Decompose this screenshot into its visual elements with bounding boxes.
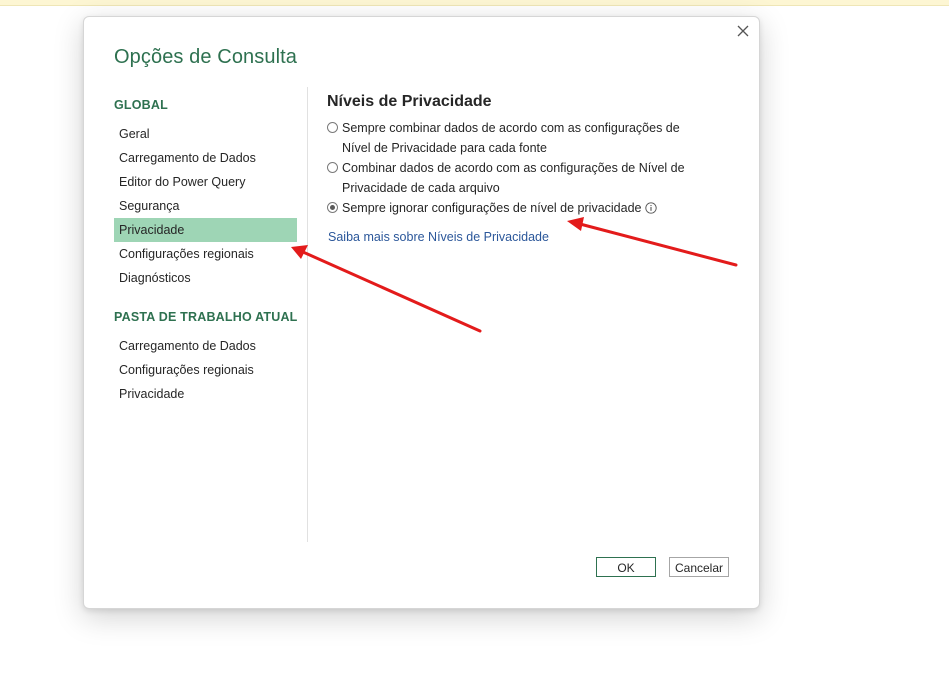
dialog-title: Opções de Consulta: [114, 46, 298, 68]
close-icon: [737, 25, 749, 37]
radio-button[interactable]: [327, 162, 338, 173]
radio-label: Sempre combinar dados de acordo com as c…: [342, 121, 680, 155]
radio-option-always-combine[interactable]: Sempre combinar dados de acordo com as c…: [327, 118, 707, 158]
cancel-button[interactable]: Cancelar: [669, 557, 729, 577]
radio-label: Combinar dados de acordo com as configur…: [342, 161, 685, 195]
query-options-dialog: Opções de Consulta GLOBAL Geral Carregam…: [83, 16, 760, 609]
top-notification-strip: [0, 0, 949, 6]
global-section-heading: GLOBAL: [114, 98, 168, 112]
radio-option-combine-per-file[interactable]: Combinar dados de acordo com as configur…: [327, 158, 707, 198]
workbook-section-heading: PASTA DE TRABALHO ATUAL: [114, 310, 298, 324]
sidebar-item-seguranca[interactable]: Segurança: [114, 194, 297, 218]
radio-label-wrap: Sempre ignorar configurações de nível de…: [342, 198, 707, 220]
sidebar-divider: [307, 87, 308, 542]
ok-button[interactable]: OK: [596, 557, 656, 577]
sidebar-item-carregamento-de-dados[interactable]: Carregamento de Dados: [114, 146, 297, 170]
learn-more-privacy-link[interactable]: Saiba mais sobre Níveis de Privacidade: [328, 230, 549, 244]
radio-button[interactable]: [327, 122, 338, 133]
sidebar-item-workbook-configuracoes-regionais[interactable]: Configurações regionais: [114, 358, 297, 382]
sidebar-item-privacidade[interactable]: Privacidade: [114, 218, 297, 242]
sidebar-item-editor-power-query[interactable]: Editor do Power Query: [114, 170, 297, 194]
info-icon[interactable]: [645, 200, 658, 220]
radio-option-always-ignore[interactable]: Sempre ignorar configurações de nível de…: [327, 198, 707, 220]
close-button[interactable]: [733, 21, 753, 41]
sidebar-item-geral[interactable]: Geral: [114, 122, 297, 146]
sidebar-item-configuracoes-regionais[interactable]: Configurações regionais: [114, 242, 297, 266]
sidebar-item-workbook-privacidade[interactable]: Privacidade: [114, 382, 297, 406]
radio-label: Sempre ignorar configurações de nível de…: [342, 201, 642, 215]
panel-title: Níveis de Privacidade: [327, 93, 492, 110]
sidebar-item-workbook-carregamento-de-dados[interactable]: Carregamento de Dados: [114, 334, 297, 358]
sidebar-item-diagnosticos[interactable]: Diagnósticos: [114, 266, 297, 290]
radio-button-checked[interactable]: [327, 202, 338, 213]
